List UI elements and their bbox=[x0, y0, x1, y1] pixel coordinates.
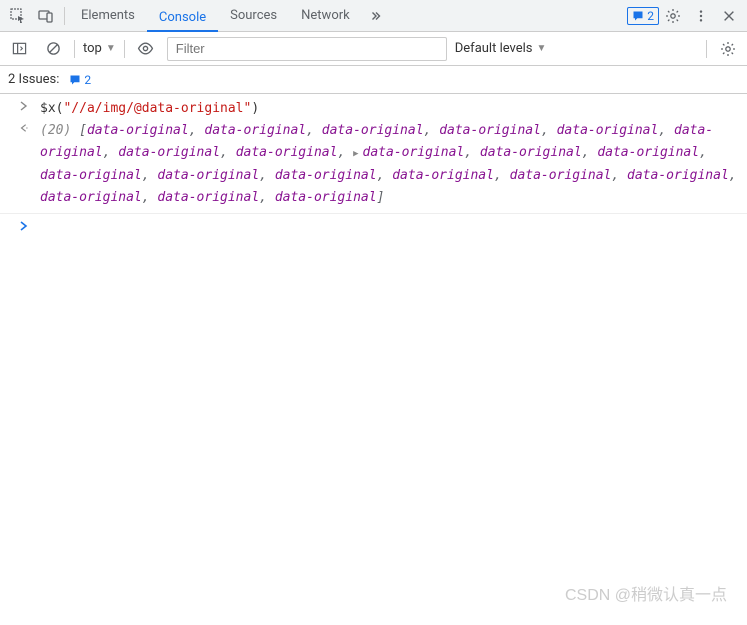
array-item[interactable]: data-original bbox=[439, 123, 541, 138]
messages-count: 2 bbox=[647, 9, 654, 23]
array-item[interactable]: data-original bbox=[510, 168, 612, 183]
array-item[interactable]: data-original bbox=[480, 145, 582, 160]
array-item[interactable]: data-original bbox=[40, 168, 142, 183]
result-array[interactable]: (20) [data-original, data-original, data… bbox=[40, 120, 739, 209]
context-label: top bbox=[83, 41, 102, 56]
array-item[interactable]: data-original bbox=[157, 190, 259, 205]
tab-sources[interactable]: Sources bbox=[218, 0, 289, 32]
levels-label: Default levels bbox=[455, 41, 533, 56]
live-expression-icon[interactable] bbox=[133, 36, 159, 62]
array-item[interactable]: data-original bbox=[597, 145, 699, 160]
prompt-chevron-icon bbox=[8, 218, 40, 231]
output-chevron-icon bbox=[8, 120, 40, 209]
array-item[interactable]: data-original bbox=[363, 145, 465, 160]
array-item[interactable]: data-original bbox=[236, 145, 338, 160]
clear-console-icon[interactable] bbox=[40, 36, 66, 62]
tab-network[interactable]: Network bbox=[289, 0, 362, 32]
console-input-row: $x("//a/img/@data-original") bbox=[0, 98, 747, 120]
tab-console[interactable]: Console bbox=[147, 0, 218, 32]
log-levels-selector[interactable]: Default levels ▼ bbox=[455, 41, 547, 56]
input-chevron-icon bbox=[8, 98, 40, 120]
array-item[interactable]: data-original bbox=[40, 190, 142, 205]
array-item[interactable]: data-original bbox=[118, 145, 220, 160]
tab-elements[interactable]: Elements bbox=[69, 0, 147, 32]
issues-label: 2 Issues: bbox=[8, 72, 59, 87]
console-command: $x("//a/img/@data-original") bbox=[40, 98, 739, 120]
kebab-menu-icon[interactable] bbox=[687, 2, 715, 30]
settings-icon[interactable] bbox=[659, 2, 687, 30]
array-item[interactable]: data-original bbox=[157, 168, 259, 183]
sidebar-toggle-icon[interactable] bbox=[6, 36, 32, 62]
array-item[interactable]: data-original bbox=[322, 123, 424, 138]
console-settings-icon[interactable] bbox=[715, 36, 741, 62]
messages-badge[interactable]: 2 bbox=[627, 7, 659, 25]
chevron-down-icon: ▼ bbox=[537, 43, 547, 54]
array-item[interactable]: data-original bbox=[275, 190, 377, 205]
array-item[interactable]: data-original bbox=[87, 123, 189, 138]
device-icon[interactable] bbox=[32, 2, 60, 30]
close-icon[interactable] bbox=[715, 2, 743, 30]
console-output: $x("//a/img/@data-original") (20) [data-… bbox=[0, 94, 747, 235]
inspect-icon[interactable] bbox=[4, 2, 32, 30]
chevron-down-icon: ▼ bbox=[106, 43, 116, 54]
console-result-row: (20) [data-original, data-original, data… bbox=[0, 120, 747, 209]
array-item[interactable]: data-original bbox=[557, 123, 659, 138]
console-prompt-row[interactable] bbox=[0, 213, 747, 231]
watermark: CSDN @稍微认真一点 bbox=[565, 581, 727, 605]
array-item[interactable]: data-original bbox=[204, 123, 306, 138]
issues-count: 2 bbox=[84, 73, 91, 87]
issues-badge[interactable]: 2 bbox=[65, 71, 95, 89]
expand-icon[interactable]: ▶ bbox=[353, 149, 358, 159]
filter-input[interactable] bbox=[167, 37, 447, 61]
more-tabs-icon[interactable] bbox=[362, 2, 390, 30]
array-item[interactable]: data-original bbox=[392, 168, 494, 183]
array-item[interactable]: data-original bbox=[275, 168, 377, 183]
array-item[interactable]: data-original bbox=[627, 168, 729, 183]
context-selector[interactable]: top ▼ bbox=[83, 41, 116, 56]
